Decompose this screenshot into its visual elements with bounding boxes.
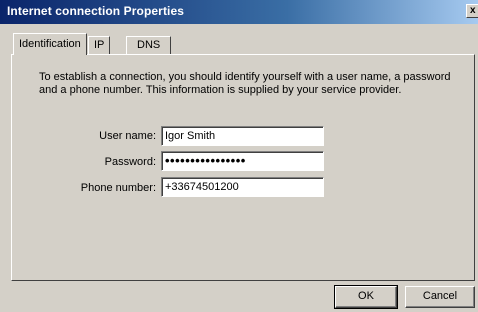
cancel-button[interactable]: Cancel	[405, 286, 475, 308]
phone-number-label: Phone number:	[80, 182, 156, 194]
window-title: Internet connection Properties	[7, 4, 185, 18]
ok-button[interactable]: OK	[334, 285, 398, 309]
properties-dialog: Internet connection Properties x Identif…	[0, 0, 478, 312]
tab-ip[interactable]: IP	[88, 36, 111, 54]
username-input[interactable]: Igor Smith	[161, 126, 324, 146]
password-input[interactable]: ••••••••••••••••	[161, 151, 324, 171]
phone-number-input[interactable]: +33674501200	[161, 177, 324, 197]
tab-identification[interactable]: Identification	[13, 33, 87, 55]
username-label: User name:	[99, 130, 156, 142]
intro-text: To establish a connection, you should id…	[39, 71, 451, 96]
tab-identification-label: Identification	[19, 38, 81, 50]
title-bar[interactable]: Internet connection Properties x	[0, 0, 478, 24]
tab-dns[interactable]: DNS	[126, 36, 172, 54]
password-label: Password:	[104, 156, 156, 168]
tab-dns-label: DNS	[137, 39, 161, 51]
close-button[interactable]: x	[466, 4, 478, 18]
tab-ip-label: IP	[94, 39, 105, 51]
